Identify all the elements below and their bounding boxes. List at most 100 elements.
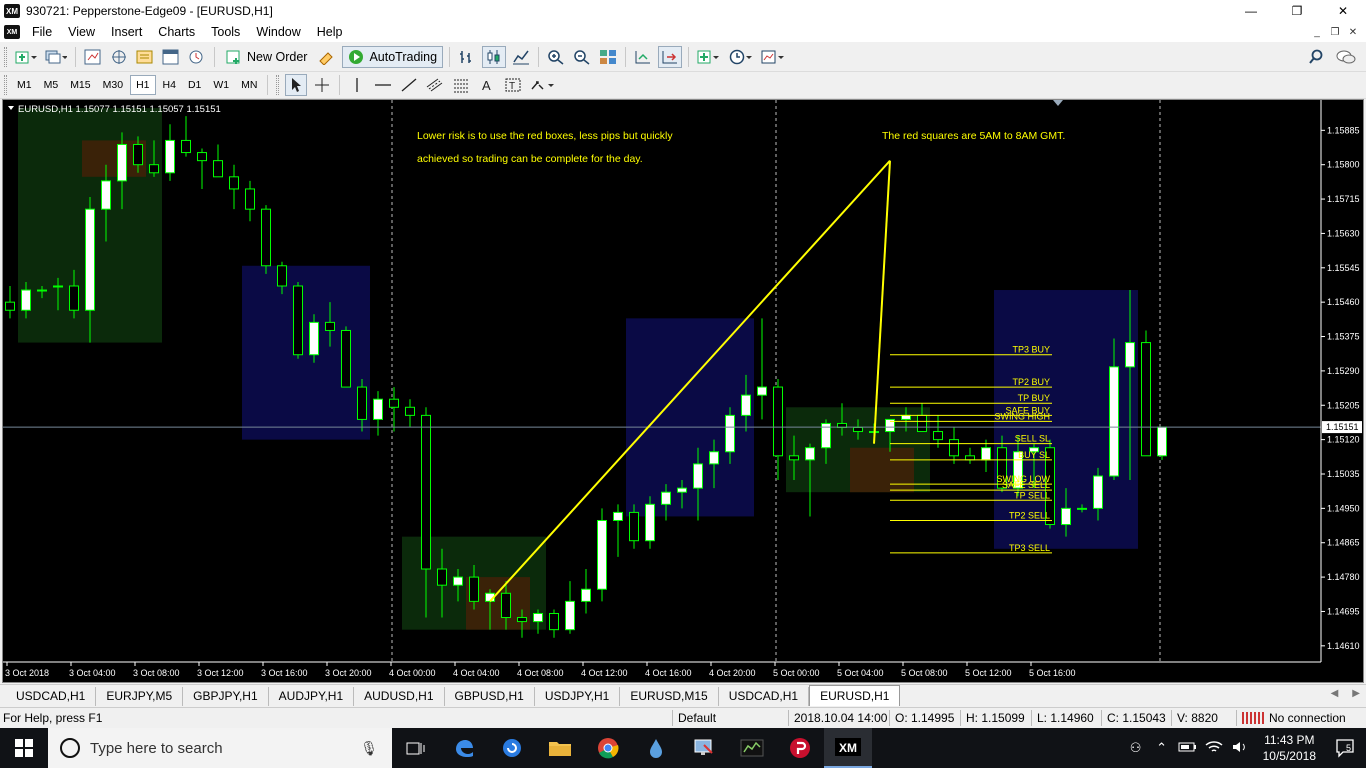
menu-view[interactable]: View (60, 22, 103, 42)
candle-body (373, 398, 383, 420)
line-chart-icon[interactable] (510, 46, 532, 68)
time-tick-label: 3 Oct 20:00 (325, 668, 372, 678)
periods-icon[interactable] (727, 46, 755, 68)
start-button[interactable] (0, 728, 48, 768)
chart-window[interactable]: TP3 BUY TP2 BUY TP BUY SAFE BUY SWING HIGH SE… (2, 99, 1364, 683)
restore-button[interactable]: ❐ (1274, 0, 1320, 22)
candle-body (709, 451, 719, 465)
horizontal-line-icon[interactable] (372, 74, 394, 96)
text-icon[interactable]: A (476, 74, 498, 96)
xm-terminal-icon[interactable]: XM (824, 728, 872, 768)
mdi-restore-button[interactable]: ❐ (1326, 22, 1344, 42)
people-icon[interactable]: ⚇ (1123, 740, 1149, 756)
timeframe-h1[interactable]: H1 (130, 75, 156, 95)
text-label-icon[interactable]: T (502, 74, 524, 96)
tray-chevron-up-icon[interactable]: ⌃ (1149, 740, 1175, 756)
zoom-out-icon[interactable] (571, 46, 593, 68)
terminal-icon[interactable] (160, 46, 182, 68)
wifi-icon[interactable] (1201, 740, 1227, 757)
tab-eurusd-h1[interactable]: EURUSD,H1 (809, 685, 901, 706)
menu-tools[interactable]: Tools (203, 22, 248, 42)
fibonacci-icon[interactable] (450, 74, 472, 96)
droplet-app-icon[interactable] (632, 728, 680, 768)
edge-icon[interactable] (440, 728, 488, 768)
new-order-button[interactable]: New Order (221, 46, 312, 68)
cursor-icon[interactable] (285, 74, 308, 96)
document-icon[interactable]: XM (4, 25, 20, 39)
crosshair-icon[interactable] (311, 74, 333, 96)
mdi-close-button[interactable]: ✕ (1344, 22, 1362, 42)
title-bar: XM 930721: Pepperstone-Edge09 - [EURUSD,… (0, 0, 1366, 22)
notifications-button[interactable]: 5 (1326, 728, 1366, 768)
menu-file[interactable]: File (24, 22, 60, 42)
timeframe-h4[interactable]: H4 (158, 75, 181, 95)
toolbar-grip[interactable] (276, 75, 280, 95)
new-chart-icon[interactable] (13, 46, 39, 68)
data-window-icon[interactable] (108, 46, 130, 68)
metaeditor-icon[interactable] (316, 46, 338, 68)
system-clock[interactable]: 11:43 PM 10/5/2018 (1253, 732, 1326, 764)
equidistant-channel-icon[interactable] (424, 74, 446, 96)
candle-body (677, 487, 687, 493)
navigator-icon[interactable] (134, 46, 156, 68)
autotrading-button[interactable]: AutoTrading (342, 46, 444, 68)
battery-icon[interactable] (1175, 741, 1201, 756)
task-view-icon[interactable] (392, 728, 440, 768)
tab-usdcad-h1-2[interactable]: USDCAD,H1 (719, 687, 810, 706)
menu-charts[interactable]: Charts (150, 22, 203, 42)
vertical-line-icon[interactable] (346, 74, 368, 96)
close-button[interactable]: ✕ (1320, 0, 1366, 22)
tab-eurusd-m15[interactable]: EURUSD,M15 (620, 687, 719, 706)
templates-icon[interactable] (759, 46, 787, 68)
tile-windows-icon[interactable] (597, 46, 619, 68)
menu-window[interactable]: Window (248, 22, 308, 42)
refresh-app-icon[interactable] (488, 728, 536, 768)
zoom-in-icon[interactable] (545, 46, 567, 68)
toolbar-grip[interactable] (4, 47, 7, 67)
arrows-icon[interactable] (528, 74, 558, 96)
chart-shift-icon[interactable] (658, 46, 683, 68)
taskbar-search[interactable]: Type here to search 🎙 (48, 728, 392, 768)
trendline-icon[interactable] (398, 74, 420, 96)
network-app-icon[interactable] (680, 728, 728, 768)
timeframe-m1[interactable]: M1 (12, 75, 37, 95)
volume-icon[interactable] (1227, 740, 1253, 757)
pepperstone-icon[interactable] (776, 728, 824, 768)
tab-usdcad-h1[interactable]: USDCAD,H1 (6, 687, 97, 706)
tab-usdjpy-h1[interactable]: USDJPY,H1 (535, 687, 621, 706)
timeframe-m15[interactable]: M15 (65, 75, 95, 95)
market-watch-icon[interactable] (82, 46, 104, 68)
tester-icon[interactable] (186, 46, 208, 68)
mdi-minimize-button[interactable]: _ (1308, 22, 1326, 42)
timeframe-m5[interactable]: M5 (39, 75, 64, 95)
timeframe-w1[interactable]: W1 (208, 75, 234, 95)
tab-scroll-left-icon[interactable]: ◀ (1331, 688, 1339, 699)
menu-insert[interactable]: Insert (103, 22, 150, 42)
menu-help[interactable]: Help (309, 22, 351, 42)
timeframe-d1[interactable]: D1 (183, 75, 206, 95)
microphone-icon[interactable]: 🎙 (360, 740, 378, 757)
trading-app-icon[interactable] (728, 728, 776, 768)
search-icon[interactable] (1308, 49, 1324, 68)
tab-eurjpy-m5[interactable]: EURJPY,M5 (96, 687, 184, 706)
timeframe-toolbar: M1 M5 M15 M30 H1 H4 D1 W1 MN A T (0, 72, 1366, 99)
tab-gbpusd-h1[interactable]: GBPUSD,H1 (445, 687, 535, 706)
tab-scroll-right-icon[interactable]: ▶ (1352, 688, 1360, 699)
auto-scroll-icon[interactable] (632, 46, 654, 68)
chrome-icon[interactable] (584, 728, 632, 768)
minimize-button[interactable]: — (1228, 0, 1274, 22)
file-explorer-icon[interactable] (536, 728, 584, 768)
profiles-icon[interactable] (43, 46, 69, 68)
candlestick-icon[interactable] (482, 46, 507, 68)
timeframe-m30[interactable]: M30 (98, 75, 128, 95)
price-chart[interactable]: TP3 BUYTP2 BUYTP BUYSAFE BUYSWING HIGHSE… (3, 100, 1363, 682)
tab-audusd-h1[interactable]: AUDUSD,H1 (354, 687, 445, 706)
tab-gbpjpy-h1[interactable]: GBPJPY,H1 (183, 687, 269, 706)
indicators-icon[interactable] (695, 46, 723, 68)
toolbar-grip[interactable] (4, 75, 7, 95)
tab-audjpy-h1[interactable]: AUDJPY,H1 (269, 687, 355, 706)
bar-chart-icon[interactable] (456, 46, 478, 68)
timeframe-mn[interactable]: MN (236, 75, 262, 95)
chat-icon[interactable] (1336, 49, 1356, 68)
price-tick-label: 1.15715 (1327, 194, 1360, 204)
